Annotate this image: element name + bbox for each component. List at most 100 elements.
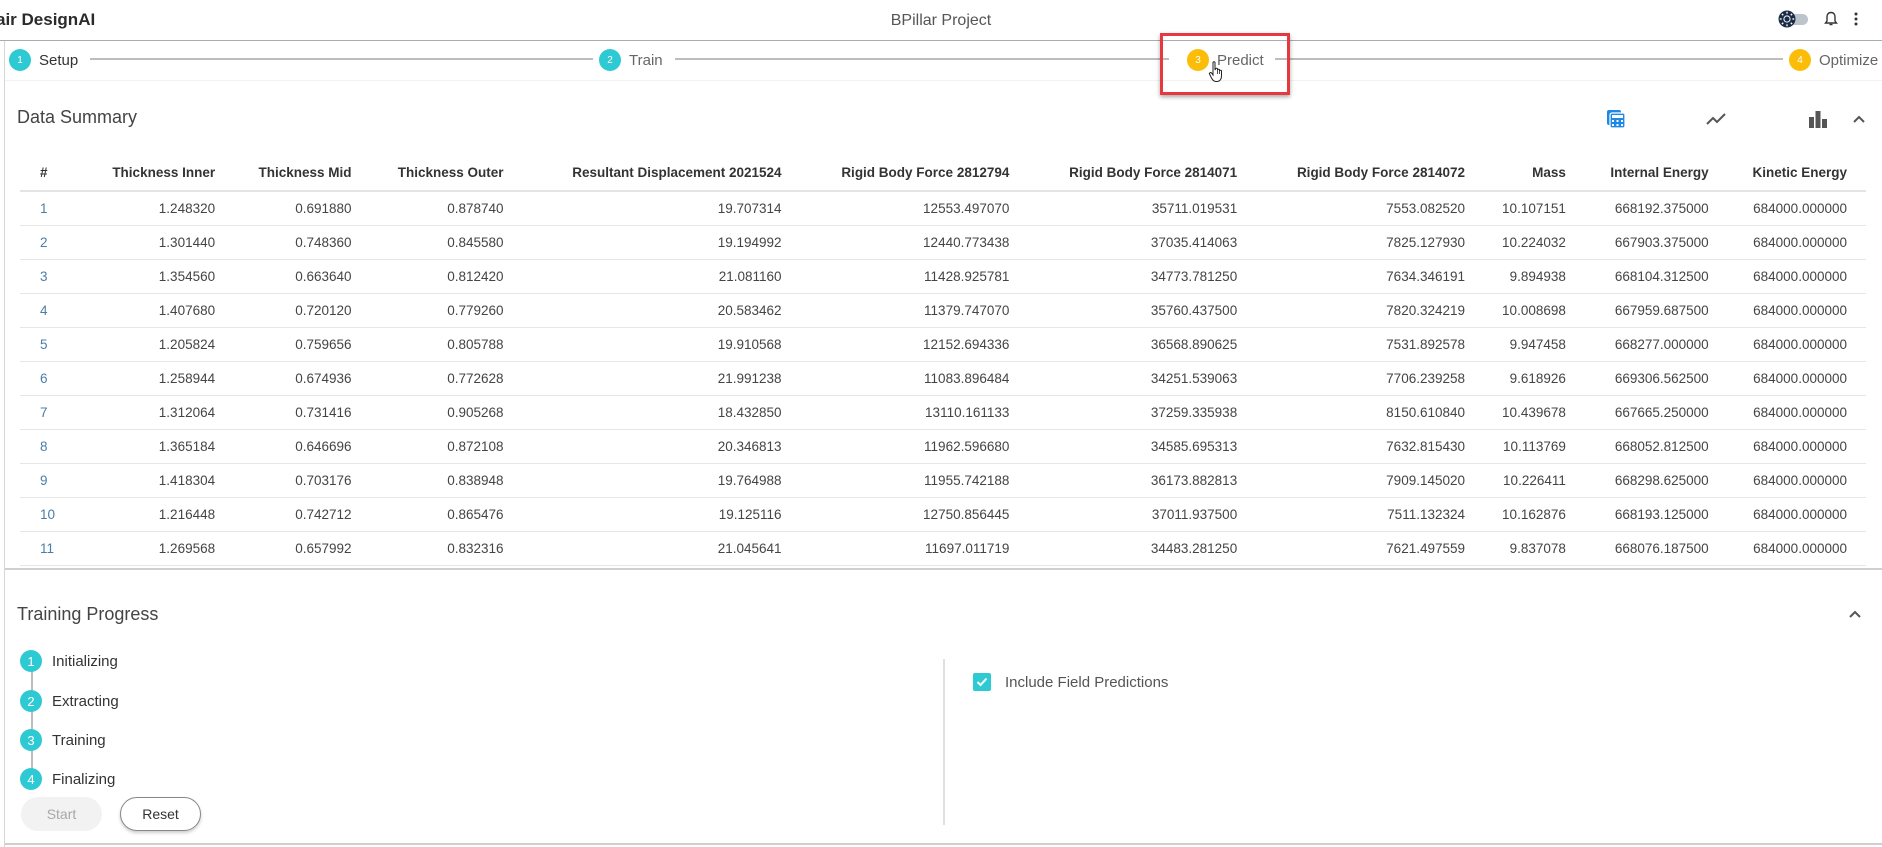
table-cell: 684000.000000	[1727, 225, 1866, 260]
data-summary-toolbar	[0, 106, 1882, 132]
app-title: air DesignAI	[0, 10, 96, 29]
table-cell: 1.216448	[85, 497, 235, 532]
table-cell: 21.081160	[522, 259, 801, 294]
row-number: 9	[20, 463, 86, 498]
step-train[interactable]: 2 Train	[599, 49, 663, 71]
table-cell: 20.583462	[522, 293, 801, 328]
step-connector	[675, 58, 1169, 60]
table-cell: 19.707314	[522, 191, 801, 226]
column-header[interactable]: Thickness Mid	[234, 155, 371, 192]
table-cell: 684000.000000	[1727, 259, 1866, 294]
table-cell: 668298.625000	[1584, 463, 1728, 498]
progress-step-initializing: 1 Initializing	[20, 650, 118, 672]
table-cell: 7531.892578	[1256, 327, 1485, 362]
chevron-up-icon[interactable]	[1846, 106, 1872, 132]
step-setup[interactable]: 1 Setup	[9, 49, 78, 71]
theme-toggle-icon[interactable]	[1778, 10, 1808, 28]
table-cell: 10.113769	[1484, 429, 1585, 464]
table-cell: 0.905268	[370, 395, 523, 430]
checkbox-checked-icon[interactable]	[973, 673, 991, 691]
table-cell: 11697.011719	[800, 531, 1029, 566]
table-cell: 0.779260	[370, 293, 523, 328]
progress-step-number: 1	[20, 650, 42, 672]
row-number: 3	[20, 259, 86, 294]
table-cell: 684000.000000	[1727, 497, 1866, 532]
table-cell: 667903.375000	[1584, 225, 1728, 260]
table-cell: 10.008698	[1484, 293, 1585, 328]
step-optimize[interactable]: 4 Optimize	[1789, 49, 1878, 71]
calculator-icon[interactable]	[1603, 106, 1629, 132]
table-cell: 0.720120	[234, 293, 371, 328]
column-header[interactable]: Rigid Body Force 2814071	[1028, 155, 1257, 192]
table-row[interactable]: 2 1.301440 0.748360 0.845580 19.194992 12440.…	[20, 225, 1866, 260]
column-header[interactable]: Thickness Outer	[370, 155, 523, 192]
table-row[interactable]: 10 1.216448 0.742712 0.865476 19.125116 12750…	[20, 497, 1866, 532]
table-cell: 1.301440	[85, 225, 235, 260]
table-cell: 7909.145020	[1256, 463, 1485, 498]
step-number: 3	[1187, 49, 1209, 71]
table-cell: 37035.414063	[1028, 225, 1257, 260]
progress-step-label: Finalizing	[52, 770, 116, 788]
table-row[interactable]: 7 1.312064 0.731416 0.905268 18.432850 13110.…	[20, 395, 1866, 430]
table-cell: 9.618926	[1484, 361, 1585, 396]
table-cell: 9.837078	[1484, 531, 1585, 566]
table-row[interactable]: 11 1.269568 0.657992 0.832316 21.045641 11697…	[20, 531, 1866, 566]
table-cell: 19.125116	[522, 497, 801, 532]
bar-chart-icon[interactable]	[1805, 106, 1831, 132]
table-cell: 0.845580	[370, 225, 523, 260]
table-row[interactable]: 3 1.354560 0.663640 0.812420 21.081160 11428.…	[20, 259, 1866, 294]
table-cell: 1.312064	[85, 395, 235, 430]
table-cell: 34585.695313	[1028, 429, 1257, 464]
table-cell: 19.910568	[522, 327, 801, 362]
table-cell: 668052.812500	[1584, 429, 1728, 464]
more-vert-icon[interactable]	[1854, 12, 1858, 26]
row-number: 1	[20, 191, 86, 226]
table-row[interactable]: 9 1.418304 0.703176 0.838948 19.764988 11955.…	[20, 463, 1866, 498]
table-cell: 34773.781250	[1028, 259, 1257, 294]
table-cell: 10.107151	[1484, 191, 1585, 226]
column-header[interactable]: Kinetic Energy	[1727, 155, 1866, 192]
table-row[interactable]: 8 1.365184 0.646696 0.872108 20.346813 11962.…	[20, 429, 1866, 464]
training-progress-title: Training Progress	[17, 604, 159, 624]
panel-divider	[943, 659, 945, 825]
step-predict[interactable]: 3 Predict	[1187, 49, 1264, 71]
include-field-predictions-checkbox[interactable]: Include Field Predictions	[973, 673, 1168, 691]
table-cell: 668104.312500	[1584, 259, 1728, 294]
table-cell: 10.224032	[1484, 225, 1585, 260]
line-chart-icon[interactable]	[1703, 106, 1729, 132]
table-cell: 11083.896484	[800, 361, 1029, 396]
table-row[interactable]: 1 1.248320 0.691880 0.878740 19.707314 12553.…	[20, 191, 1866, 226]
start-button[interactable]: Start	[21, 797, 102, 831]
table-cell: 11962.596680	[800, 429, 1029, 464]
column-header[interactable]: Mass	[1484, 155, 1585, 192]
bell-icon[interactable]	[1824, 11, 1838, 27]
progress-step-extracting: 2 Extracting	[20, 690, 119, 712]
table-cell: 10.226411	[1484, 463, 1585, 498]
column-header[interactable]: Rigid Body Force 2814072	[1256, 155, 1485, 192]
table-cell: 684000.000000	[1727, 293, 1866, 328]
table-row[interactable]: 4 1.407680 0.720120 0.779260 20.583462 11379.…	[20, 293, 1866, 328]
table-cell: 0.872108	[370, 429, 523, 464]
column-header[interactable]: Resultant Displacement 2021524	[522, 155, 801, 192]
table-cell: 1.258944	[85, 361, 235, 396]
table-cell: 0.772628	[370, 361, 523, 396]
chevron-up-icon[interactable]	[1848, 606, 1868, 626]
table-cell: 1.248320	[85, 191, 235, 226]
table-cell: 11428.925781	[800, 259, 1029, 294]
column-header[interactable]: #	[20, 155, 86, 192]
table-cell: 0.878740	[370, 191, 523, 226]
column-header[interactable]: Internal Energy	[1584, 155, 1728, 192]
workflow-stepper: 1 Setup 2 Train 3 Predict 4 Optimize	[5, 41, 1882, 81]
table-cell: 7511.132324	[1256, 497, 1485, 532]
reset-button[interactable]: Reset	[120, 797, 201, 831]
column-header[interactable]: Rigid Body Force 2812794	[800, 155, 1029, 192]
column-header[interactable]: Thickness Inner	[85, 155, 235, 192]
row-number: 2	[20, 225, 86, 260]
table-cell: 13110.161133	[800, 395, 1029, 430]
section-divider	[5, 843, 1882, 845]
table-row[interactable]: 5 1.205824 0.759656 0.805788 19.910568 12152.…	[20, 327, 1866, 362]
table-row[interactable]: 6 1.258944 0.674936 0.772628 21.991238 11083.…	[20, 361, 1866, 396]
table-cell: 7634.346191	[1256, 259, 1485, 294]
row-number: 8	[20, 429, 86, 464]
table-cell: 10.162876	[1484, 497, 1585, 532]
